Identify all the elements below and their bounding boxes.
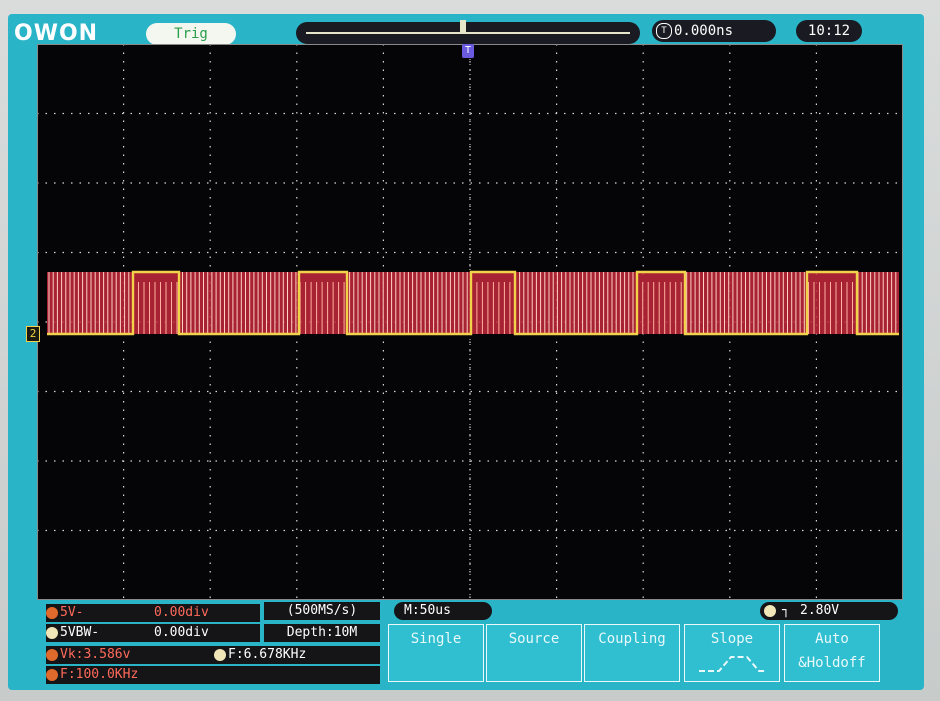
- channel-dot-icon: [214, 648, 226, 661]
- channel-dot-icon: [46, 648, 58, 661]
- trigger-time-icon: T: [656, 23, 672, 39]
- holdoff-label: &Holdoff: [798, 655, 866, 671]
- graticule-grid: [37, 44, 903, 600]
- source-button[interactable]: Source: [486, 624, 582, 682]
- trigger-position-marker[interactable]: T: [462, 44, 474, 58]
- memory-depth: Depth:10M: [264, 624, 380, 642]
- measure-row-2: F:100.0KHz: [46, 666, 380, 684]
- timebase: M:50us: [394, 602, 492, 620]
- slope-edge-icon: [699, 656, 765, 672]
- channel-dot-icon: [46, 626, 58, 639]
- trigger-level-value: 2.80V: [800, 603, 840, 618]
- trigger-time-value: 0.000ns: [674, 23, 734, 39]
- brand-logo: OWON: [14, 21, 99, 46]
- source-label: Source: [508, 631, 560, 647]
- channel-dot-icon: [46, 606, 58, 619]
- rising-edge-icon: ┐: [782, 603, 790, 618]
- horizontal-position-bar[interactable]: [296, 20, 640, 44]
- channel-2-status-row: 5VBW- 0.00div: [46, 624, 260, 642]
- channel-1-status-row: 5V- 0.00div: [46, 604, 260, 622]
- single-button[interactable]: Single: [388, 624, 484, 682]
- measure-row-1: Vk:3.586v F:6.678KHz: [46, 646, 380, 664]
- slope-button[interactable]: Slope: [684, 624, 780, 682]
- position-track: [306, 32, 630, 34]
- measure-frequency-b: F:100.0KHz: [60, 667, 139, 682]
- auto-label: Auto: [815, 631, 849, 647]
- offset-value: 0.00div: [154, 625, 209, 640]
- auto-holdoff-button[interactable]: Auto &Holdoff: [784, 624, 880, 682]
- sample-rate: (500MS/s): [264, 602, 380, 620]
- clock: 10:12: [796, 20, 862, 42]
- measure-vk: Vk:3.586v: [60, 647, 131, 662]
- channel-dot-icon: [46, 668, 58, 681]
- channel-2-marker[interactable]: 2: [26, 326, 40, 342]
- coupling-button[interactable]: Coupling: [584, 624, 680, 682]
- trigger-status-badge: Trig: [146, 23, 236, 45]
- position-knob[interactable]: [460, 20, 466, 34]
- waveform-display: [37, 44, 903, 600]
- measure-frequency-a: F:6.678KHz: [228, 647, 307, 662]
- offset-value: 0.00div: [154, 605, 209, 620]
- volts-div-label: 5VBW-: [60, 625, 100, 640]
- slope-label: Slope: [710, 631, 754, 647]
- coupling-label: Coupling: [598, 631, 666, 647]
- trigger-time-readout: T 0.000ns: [652, 20, 776, 42]
- trigger-source-dot-icon: [764, 605, 776, 617]
- trigger-level: ┐ 2.80V: [760, 602, 898, 620]
- volts-div-label: 5V-: [60, 605, 84, 620]
- single-label: Single: [410, 631, 462, 647]
